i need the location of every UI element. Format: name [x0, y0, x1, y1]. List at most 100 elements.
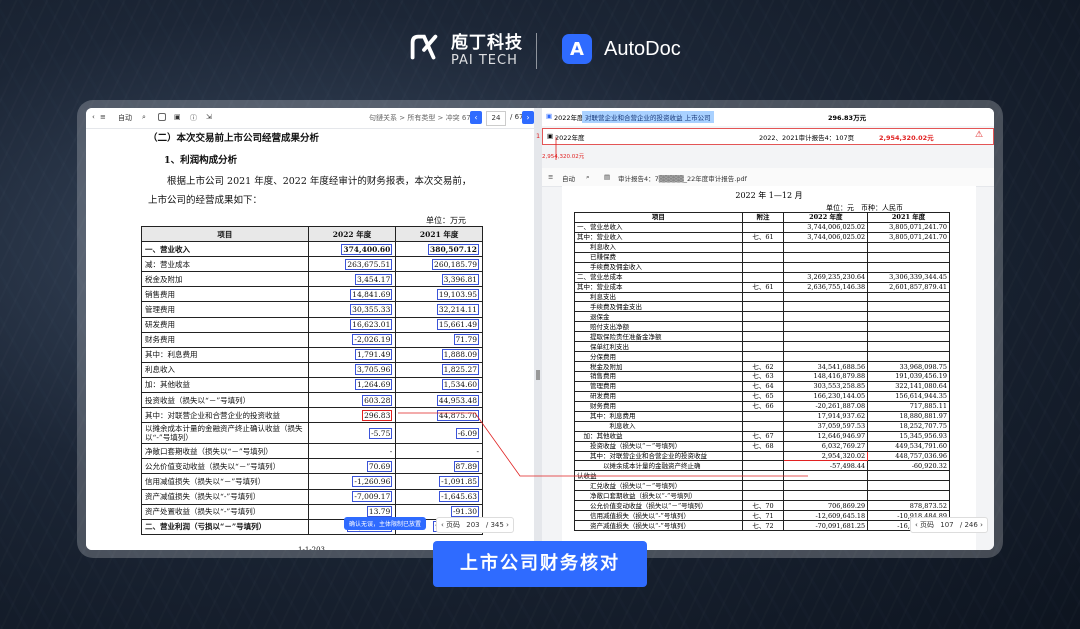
value-2022[interactable]: 1,264.69: [354, 379, 393, 391]
mismatch-value: 2,954,320.02元: [542, 154, 585, 160]
row-label: 研发费用: [141, 316, 309, 333]
cell-2021: 44,875.70: [395, 407, 483, 424]
row-label: 资产减值损失（损失以“-”号填列）: [574, 520, 743, 531]
value-2021[interactable]: 1,534.60: [441, 379, 479, 391]
value-2022: 12,646,946.97: [783, 430, 869, 442]
match-source-row[interactable]: ▣ 2022年度 对联营企业和合营企业的投资收益 上市公司 296.83万元: [542, 108, 994, 126]
image-icon[interactable]: ▣: [174, 113, 181, 121]
page-icon[interactable]: [158, 113, 166, 121]
value-2022: 6,032,769.27: [783, 440, 869, 452]
table-row: 其中：利息费用 17,914,937.62 18,880,881.97: [574, 410, 950, 422]
prev-conflict-button[interactable]: ‹: [470, 111, 482, 124]
value-2022[interactable]: 3,705.96: [354, 364, 393, 376]
value-2022[interactable]: 70.69: [366, 460, 393, 472]
row-label: 净敞口套期收益（损失以“－”号填列）: [141, 443, 309, 460]
value-2021[interactable]: 44,875.70: [436, 409, 479, 421]
value-2021: 191,039,456.19: [867, 371, 950, 382]
value-2022[interactable]: 374,400.60: [341, 243, 393, 255]
search-icon[interactable]: ⌕: [142, 113, 146, 122]
value-2022[interactable]: 14,841.69: [350, 288, 393, 300]
value-2021[interactable]: 71.79: [453, 334, 479, 346]
value-2022[interactable]: -2,026.19: [352, 334, 393, 346]
value-2022: [783, 251, 869, 263]
match-target-row[interactable]: ▣ 2022年度 2022、2021审计报告4：107页 2,954,320.0…: [542, 128, 994, 145]
value-2022[interactable]: 3,454.17: [354, 273, 393, 285]
value-2021[interactable]: -1,091.85: [439, 475, 479, 487]
value-2022[interactable]: 30,355.33: [350, 304, 393, 316]
value-2021[interactable]: 15,661.49: [436, 319, 479, 331]
value-2021[interactable]: 32,214.11: [436, 304, 479, 316]
column-header: 项目: [574, 212, 743, 223]
table-row: 汇兑收益（损失以“－”号填列）: [574, 480, 950, 492]
conflict-page-input[interactable]: 24: [486, 111, 506, 126]
row-label: 资产减值损失（损失以“-”号填列）: [141, 488, 309, 505]
value-2021[interactable]: -1,645.63: [439, 491, 479, 503]
table-row: 退保金: [574, 311, 950, 323]
value-2022[interactable]: 603.28: [362, 394, 393, 406]
menu-icon[interactable]: ≡: [100, 113, 106, 121]
table-row: 净敞口套期收益（损失以“-”号填列）: [574, 490, 950, 502]
next-conflict-button[interactable]: ›: [522, 111, 534, 124]
relation-nav[interactable]: 句鏈关系 > 所有类型 > 冲突 67: [369, 113, 471, 123]
value-2022[interactable]: -7,009.17: [352, 491, 393, 503]
table-row: 资产减值损失（损失以“-”号填列）七、72-70,091,681.25-16,4…: [574, 520, 950, 531]
table-row: 投资收益（损失以“－”号填列） 七、68 6,032,769.27 449,534,7…: [574, 440, 950, 452]
value-2021: 156,614,944.35: [867, 390, 950, 402]
menu-icon[interactable]: ≡: [548, 173, 553, 181]
value-2021: 2,601,857,879.41: [867, 281, 950, 293]
value-2021[interactable]: 260,185.79: [432, 258, 479, 270]
row-label: 以摊余成本计量的金融资产终止确认收益（损失以“-”号填列）: [141, 422, 309, 445]
row-label: 认收益: [574, 470, 743, 482]
pager-current-input[interactable]: 203: [466, 521, 479, 529]
pane-splitter[interactable]: [534, 108, 542, 550]
value-2022[interactable]: 263,675.51: [345, 258, 393, 270]
value-2022: 166,230,144.05: [783, 390, 869, 402]
info-icon[interactable]: ⓘ: [190, 113, 197, 123]
value-2021[interactable]: 3,396.81: [441, 273, 479, 285]
fit-icon[interactable]: ⇲: [206, 113, 212, 121]
value-2021[interactable]: 1,825.27: [441, 364, 479, 376]
value-2021[interactable]: 1,888.09: [441, 349, 479, 361]
value-2021[interactable]: 44,953.48: [436, 394, 479, 406]
table-row: 以摊余成本计量的金融资产终止确 -57,498.44 -60,920.32: [574, 460, 950, 472]
back-icon[interactable]: ‹: [92, 113, 95, 121]
pager-next-icon[interactable]: ›: [980, 521, 983, 529]
value-2021[interactable]: 380,507.12: [428, 243, 479, 255]
value-2021: [867, 291, 950, 303]
row-label: 提取保险责任准备金净额: [574, 331, 743, 343]
table-row: 净敞口套期收益（损失以“－”号填列） - -: [141, 443, 483, 460]
pager-current-input[interactable]: 107: [940, 521, 953, 529]
file-icon: ▤: [604, 173, 611, 181]
value-2022[interactable]: 296.83: [362, 409, 393, 421]
row-label: 资产处置收益（损失以“-”号填列）: [141, 503, 309, 520]
value-2021[interactable]: 19,103.95: [436, 288, 479, 300]
value-2022: 303,553,258.85: [783, 380, 869, 392]
row-label: 一、营业收入: [141, 241, 309, 258]
note-ref: 七、61: [741, 281, 785, 293]
confirm-tooltip[interactable]: 确认无误，主体限制已放置: [344, 517, 427, 530]
value-2022[interactable]: -5.75: [369, 427, 393, 439]
warning-icon[interactable]: ⚠: [975, 130, 983, 140]
pager-next-icon[interactable]: ›: [506, 521, 509, 529]
value-2022[interactable]: 13.79: [366, 506, 393, 518]
value-2022[interactable]: -1,260.96: [352, 475, 393, 487]
value-2022: 17,914,937.62: [783, 410, 869, 422]
mode-label[interactable]: 自动: [118, 113, 132, 123]
value-2022[interactable]: 1,791.49: [354, 349, 393, 361]
search-icon[interactable]: ⌕: [586, 173, 590, 182]
table-row: 其中：对联营企业和合营企业的投资收益 2,954,320.02 448,757,03…: [574, 450, 950, 462]
value-2021[interactable]: -91.30: [450, 506, 479, 518]
table-row: 资产处置收益（损失以“-”号填列） 13.79 -91.30: [141, 503, 483, 520]
value-2021[interactable]: -6.09: [455, 427, 479, 439]
column-header: 2021 年度: [867, 212, 950, 223]
table-row: 赔付支出净额: [574, 321, 950, 333]
note-ref: 七、68: [741, 440, 785, 452]
value-2021[interactable]: 87.89: [453, 460, 479, 472]
value-2022[interactable]: 16,623.01: [350, 319, 393, 331]
splitter-handle-icon[interactable]: [536, 370, 540, 380]
table-row: 资产减值损失（损失以“-”号填列） -7,009.17 -1,645.63: [141, 488, 483, 505]
note-ref: [741, 221, 785, 233]
note-ref: [741, 351, 785, 363]
file-name[interactable]: 审计报告4：7▒▒▒▒▒_22年度审计报告.pdf: [618, 173, 747, 183]
mode-label[interactable]: 自动: [562, 173, 575, 183]
